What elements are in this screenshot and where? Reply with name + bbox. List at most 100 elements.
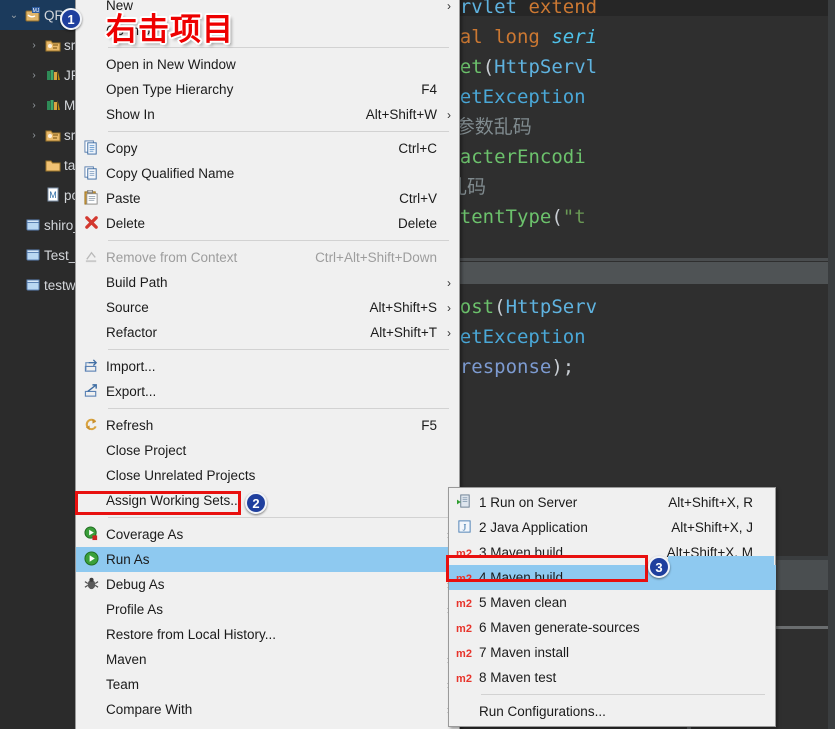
m2-icon: m2 bbox=[449, 595, 479, 610]
project-closed-icon bbox=[22, 217, 44, 233]
step-marker-1: 1 bbox=[60, 8, 82, 30]
menu-item-6-maven-generate-sources[interactable]: m2 6 Maven generate-sources bbox=[449, 615, 775, 640]
code-token: "t bbox=[562, 206, 586, 228]
menu-item-run-configurations[interactable]: Run Configurations... bbox=[449, 699, 775, 724]
project-context-menu[interactable]: New › Go Into Open in New Window Open Type H… bbox=[75, 0, 460, 729]
pom-file-icon: M bbox=[45, 187, 61, 203]
folder-icon bbox=[45, 157, 61, 173]
menu-item-7-maven-install[interactable]: m2 7 Maven install bbox=[449, 640, 775, 665]
menu-item-assign-working-sets[interactable]: Assign Working Sets... bbox=[76, 488, 459, 513]
menu-item-label: 8 Maven test bbox=[479, 670, 557, 685]
menu-item-8-maven-test[interactable]: m2 8 Maven test bbox=[449, 665, 775, 690]
menu-item-label: Restore from Local History... bbox=[106, 627, 277, 642]
menu-item-label: Profile As bbox=[106, 602, 164, 617]
menu-item-shortcut: Ctrl+V bbox=[399, 191, 437, 206]
menu-item-shortcut: Alt+Shift+S bbox=[369, 300, 437, 315]
menu-item-label: 2 Java Application bbox=[479, 520, 588, 535]
tree-twisty-icon[interactable]: › bbox=[26, 100, 42, 111]
menu-item-source[interactable]: Source Alt+Shift+S › bbox=[76, 295, 459, 320]
menu-item-build-path[interactable]: Build Path › bbox=[76, 270, 459, 295]
tree-twisty-icon[interactable]: ⌄ bbox=[6, 10, 22, 21]
menu-item-delete[interactable]: Delete Delete bbox=[76, 211, 459, 236]
menu-item-export[interactable]: Export... bbox=[76, 379, 459, 404]
tree-twisty-icon[interactable]: › bbox=[26, 70, 42, 81]
menu-item-close-unrelated-projects[interactable]: Close Unrelated Projects bbox=[76, 463, 459, 488]
project-closed-icon bbox=[22, 277, 44, 293]
pom-file-icon: M bbox=[42, 187, 64, 203]
menu-item-open-type-hierarchy[interactable]: Open Type Hierarchy F4 bbox=[76, 77, 459, 102]
menu-item-label: 6 Maven generate-sources bbox=[479, 620, 640, 635]
menu-item-label: Run As bbox=[106, 552, 150, 567]
menu-item-2-java-application[interactable]: J 2 Java Application Alt+Shift+X, J bbox=[449, 515, 775, 540]
menu-item-label: Compare With bbox=[106, 702, 193, 717]
java-icon: J bbox=[457, 519, 472, 537]
menu-item-team[interactable]: Team› bbox=[76, 672, 459, 697]
debug-icon bbox=[76, 576, 106, 594]
menu-item-coverage-as[interactable]: Coverage As› bbox=[76, 522, 459, 547]
step-marker-2: 2 bbox=[245, 492, 267, 514]
menu-item-label: 7 Maven install bbox=[479, 645, 570, 660]
remove-context-icon bbox=[84, 249, 99, 267]
menu-item-debug-as[interactable]: Debug As› bbox=[76, 572, 459, 597]
menu-item-refresh[interactable]: Refresh F5 bbox=[76, 413, 459, 438]
menu-separator bbox=[481, 694, 765, 695]
run-as-submenu[interactable]: 1 Run on Server Alt+Shift+X, R J 2 Java App… bbox=[448, 487, 776, 727]
code-token: response bbox=[459, 356, 552, 378]
menu-item-show-in[interactable]: Show In Alt+Shift+W › bbox=[76, 102, 459, 127]
svg-text:M: M bbox=[49, 190, 57, 200]
code-token: HttpServ bbox=[505, 296, 598, 318]
tree-twisty-icon[interactable]: › bbox=[26, 40, 42, 51]
svg-text:J: J bbox=[462, 523, 466, 533]
menu-item-open-in-new-window[interactable]: Open in New Window bbox=[76, 52, 459, 77]
menu-item-configure[interactable]: Configure› bbox=[76, 722, 459, 729]
copy-qualified-icon bbox=[83, 165, 99, 183]
m2-icon: m2 bbox=[449, 620, 479, 635]
coverage-icon bbox=[83, 525, 99, 544]
menu-item-label: Close Unrelated Projects bbox=[106, 468, 256, 483]
menu-item-1-run-on-server[interactable]: 1 Run on Server Alt+Shift+X, R bbox=[449, 490, 775, 515]
code-token: ( bbox=[551, 206, 563, 228]
menu-item-copy-qualified-name[interactable]: Copy Qualified Name bbox=[76, 161, 459, 186]
menu-item-label: 1 Run on Server bbox=[479, 495, 578, 510]
source-folder-icon bbox=[45, 127, 61, 143]
m2-icon: m2 bbox=[449, 570, 479, 585]
menu-item-maven[interactable]: Maven› bbox=[76, 647, 459, 672]
menu-item-remove-from-context[interactable]: Remove from Context Ctrl+Alt+Shift+Down bbox=[76, 245, 459, 270]
m2-icon: m2 bbox=[449, 670, 479, 685]
library-icon bbox=[45, 67, 61, 83]
menu-item-label: Close Project bbox=[106, 443, 187, 458]
debug-icon bbox=[84, 576, 99, 594]
m2-icon: m2 bbox=[449, 545, 479, 560]
code-token: ( bbox=[482, 56, 495, 78]
project-closed-icon bbox=[22, 247, 44, 263]
menu-item-run-as[interactable]: Run As› bbox=[76, 547, 459, 572]
menu-item-refactor[interactable]: Refactor Alt+Shift+T › bbox=[76, 320, 459, 345]
menu-item-5-maven-clean[interactable]: m2 5 Maven clean bbox=[449, 590, 775, 615]
project-closed-icon bbox=[25, 277, 41, 293]
menu-item-label: 5 Maven clean bbox=[479, 595, 567, 610]
menu-item-copy[interactable]: Copy Ctrl+C bbox=[76, 136, 459, 161]
menu-item-label: Refresh bbox=[106, 418, 154, 433]
menu-item-label: Copy Qualified Name bbox=[106, 166, 235, 181]
submenu-arrow-icon: › bbox=[447, 325, 451, 340]
menu-item-restore-from-local-history[interactable]: Restore from Local History... bbox=[76, 622, 459, 647]
tree-twisty-icon[interactable]: › bbox=[26, 130, 42, 141]
folder-icon bbox=[42, 157, 64, 173]
menu-item-shortcut: Delete bbox=[397, 216, 437, 231]
menu-item-compare-with[interactable]: Compare With› bbox=[76, 697, 459, 722]
scroll-gutter[interactable] bbox=[828, 0, 835, 729]
menu-separator bbox=[108, 131, 449, 132]
menu-item-profile-as[interactable]: Profile As› bbox=[76, 597, 459, 622]
menu-item-label: Maven bbox=[106, 652, 147, 667]
menu-item-shortcut: F4 bbox=[421, 82, 437, 97]
menu-item-import[interactable]: Import... bbox=[76, 354, 459, 379]
submenu-arrow-icon: › bbox=[447, 275, 451, 290]
menu-item-close-project[interactable]: Close Project bbox=[76, 438, 459, 463]
run-icon bbox=[83, 550, 99, 569]
menu-item-paste[interactable]: Paste Ctrl+V bbox=[76, 186, 459, 211]
m2-icon: m2 bbox=[456, 573, 472, 585]
submenu-arrow-icon: › bbox=[447, 0, 451, 13]
step-marker-3: 3 bbox=[648, 556, 670, 578]
menu-item-shortcut: F5 bbox=[421, 418, 437, 433]
submenu-arrow-icon: › bbox=[447, 107, 451, 122]
